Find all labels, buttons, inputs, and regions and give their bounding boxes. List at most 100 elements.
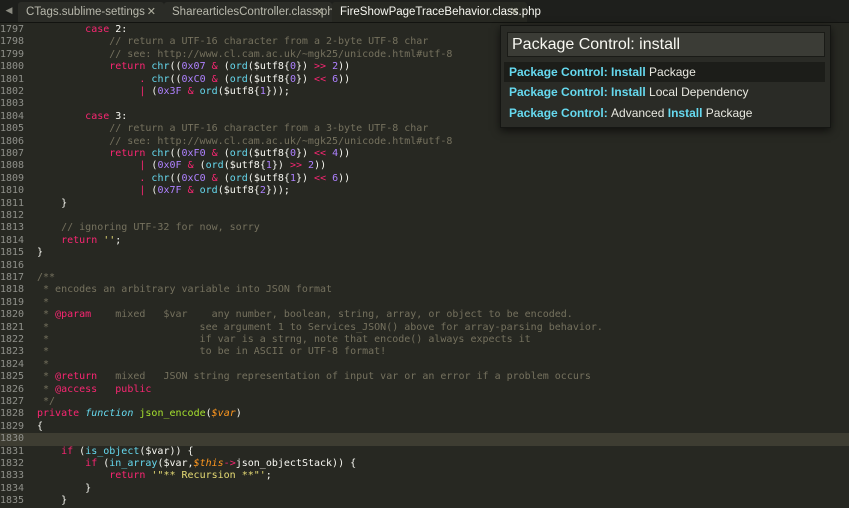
tab-scroll-left-icon[interactable]: ◀ [0, 0, 18, 22]
line-code: * if var is a strng, note that encode() … [37, 334, 531, 345]
line-code: return ''; [61, 234, 122, 246]
line-code: */ [37, 396, 56, 407]
line-code: return chr((0x07 & (ord($utf8{0}) >> 2)) [109, 61, 351, 73]
code-line[interactable]: 1818 * encodes an arbitrary variable int… [0, 284, 849, 296]
item-text: Local Dependency [645, 85, 749, 99]
line-code: return '"** Recursion **"'; [109, 470, 272, 482]
match-text: Install [611, 65, 646, 79]
line-number: 1819 [0, 296, 25, 308]
line-number: 1805 [0, 123, 25, 135]
code-line[interactable]: 1824 * [0, 359, 849, 371]
match-text: Install [611, 85, 646, 99]
line-number: 1807 [0, 148, 25, 159]
line-number: 1808 [0, 160, 25, 172]
line-number: 1815 [0, 247, 25, 259]
code-line[interactable]: 1809 . chr((0xC0 & (ord($utf8{1}) << 6)) [0, 173, 849, 185]
line-number: 1835 [0, 495, 25, 507]
tab-ctags-settings[interactable]: CTags.sublime-settings ✕ [18, 2, 164, 22]
line-number: 1812 [0, 210, 25, 221]
code-line[interactable]: 1831 if (is_object($var)) { [0, 446, 849, 458]
code-line[interactable]: 1829 { [0, 421, 849, 433]
line-number: 1829 [0, 420, 25, 432]
code-line[interactable]: 1816 [0, 260, 849, 272]
code-line[interactable]: 1823 * to be in ASCII or UTF-8 format! [0, 346, 849, 358]
code-line[interactable]: 1811 } [0, 198, 849, 210]
line-code: * see argument 1 to Services_JSON() abov… [37, 321, 603, 333]
command-palette-input[interactable]: Package Control: install [507, 32, 825, 57]
line-number: 1806 [0, 135, 25, 147]
code-line[interactable]: 1810 | (0x7F & ord($utf8{2})); [0, 185, 849, 197]
line-code: // return a UTF-16 character from a 3-by… [37, 123, 429, 135]
line-code: } [37, 495, 68, 507]
tab-label: CTags.sublime-settings [26, 6, 145, 18]
line-number: 1798 [0, 36, 25, 48]
code-line[interactable]: 1815} [0, 247, 849, 259]
line-code: * @access public [37, 383, 152, 395]
line-code: * [37, 358, 50, 370]
command-palette-item[interactable]: Package Control: Install Package [504, 62, 825, 82]
line-code: | (0x3F & ord($utf8{1})); [139, 86, 290, 97]
code-line[interactable]: 1812 [0, 210, 849, 222]
line-number: 1832 [0, 458, 25, 469]
close-icon[interactable]: ✕ [315, 2, 324, 22]
line-number: 1830 [0, 433, 25, 445]
line-number: 1823 [0, 346, 25, 358]
code-line[interactable]: 1835 } [0, 495, 849, 507]
command-palette-item[interactable]: Package Control: Advanced Install Packag… [504, 103, 825, 123]
line-code: * @param mixed $var any number, boolean,… [37, 309, 573, 321]
line-number: 1813 [0, 222, 25, 234]
code-line[interactable]: 1833 return '"** Recursion **"'; [0, 470, 849, 482]
code-line[interactable]: 1813 // ignoring UTF-32 for now, sorry [0, 222, 849, 234]
command-palette-item[interactable]: Package Control: Install Local Dependenc… [504, 82, 825, 102]
line-number: 1801 [0, 73, 25, 85]
line-code: if (in_array($var,$this->json_objectStac… [85, 458, 357, 469]
code-line[interactable]: 1820 * @param mixed $var any number, boo… [0, 309, 849, 321]
line-code: | (0x7F & ord($utf8{2})); [139, 185, 290, 197]
code-line[interactable]: 1834 } [0, 483, 849, 495]
line-code: } [37, 247, 44, 259]
close-icon[interactable]: ✕ [147, 2, 156, 22]
line-number: 1799 [0, 48, 25, 60]
code-line[interactable]: 1814 return ''; [0, 235, 849, 247]
line-code: * to be in ASCII or UTF-8 format! [37, 346, 387, 358]
line-number: 1803 [0, 98, 25, 110]
line-number: 1828 [0, 408, 25, 420]
code-line[interactable]: 1817 /** [0, 272, 849, 284]
line-number: 1809 [0, 172, 25, 184]
code-line[interactable]: 1822 * if var is a strng, note that enco… [0, 334, 849, 346]
line-number: 1820 [0, 309, 25, 321]
item-text: Advanced [611, 106, 668, 120]
line-code: . chr((0xC0 & (ord($utf8{0}) << 6)) [139, 73, 351, 85]
code-line[interactable]: 1819 * [0, 297, 849, 309]
command-palette: Package Control: install Package Control… [500, 25, 831, 128]
item-text: Package [702, 106, 753, 120]
line-code: return chr((0xF0 & (ord($utf8{0}) << 4)) [109, 148, 351, 159]
code-line[interactable]: 1826 * @access public [0, 384, 849, 396]
line-number: 1802 [0, 86, 25, 97]
code-line[interactable]: 1806 // see: http://www.cl.cam.ac.uk/~mg… [0, 136, 849, 148]
code-line[interactable]: 1807 return chr((0xF0 & (ord($utf8{0}) <… [0, 148, 849, 160]
tab-sharearticles-controller[interactable]: SharearticlesController.class.php ✕ [164, 2, 340, 22]
close-icon[interactable]: ✕ [510, 2, 519, 22]
line-number: 1822 [0, 334, 25, 345]
line-number: 1827 [0, 396, 25, 407]
code-line[interactable]: 1828 private function json_encode($var) [0, 408, 849, 420]
match-text: Install [667, 106, 703, 120]
line-number: 1834 [0, 482, 25, 494]
line-number: 1797 [0, 24, 25, 35]
line-number: 1816 [0, 259, 25, 271]
line-code: * [37, 296, 50, 308]
code-line[interactable]: 1830 [0, 433, 849, 446]
line-number: 1810 [0, 185, 25, 197]
code-line[interactable]: 1825 * @return mixed JSON string represe… [0, 371, 849, 383]
code-line[interactable]: 1808 | (0x0F & (ord($utf8{1}) >> 2)) [0, 160, 849, 172]
item-text: Package [645, 65, 696, 79]
line-code: // ignoring UTF-32 for now, sorry [37, 222, 260, 234]
code-line[interactable]: 1832 if (in_array($var,$this->json_objec… [0, 458, 849, 470]
line-number: 1825 [0, 371, 25, 383]
tab-fireshowpagetrace-behavior[interactable]: FireShowPageTraceBehavior.class.php ✕ [332, 2, 541, 22]
line-code: // see: http://www.cl.cam.ac.uk/~mgk25/u… [37, 135, 453, 147]
code-line[interactable]: 1821 * see argument 1 to Services_JSON()… [0, 322, 849, 334]
match-text: Package Control: [509, 106, 612, 120]
code-line[interactable]: 1827 */ [0, 396, 849, 408]
